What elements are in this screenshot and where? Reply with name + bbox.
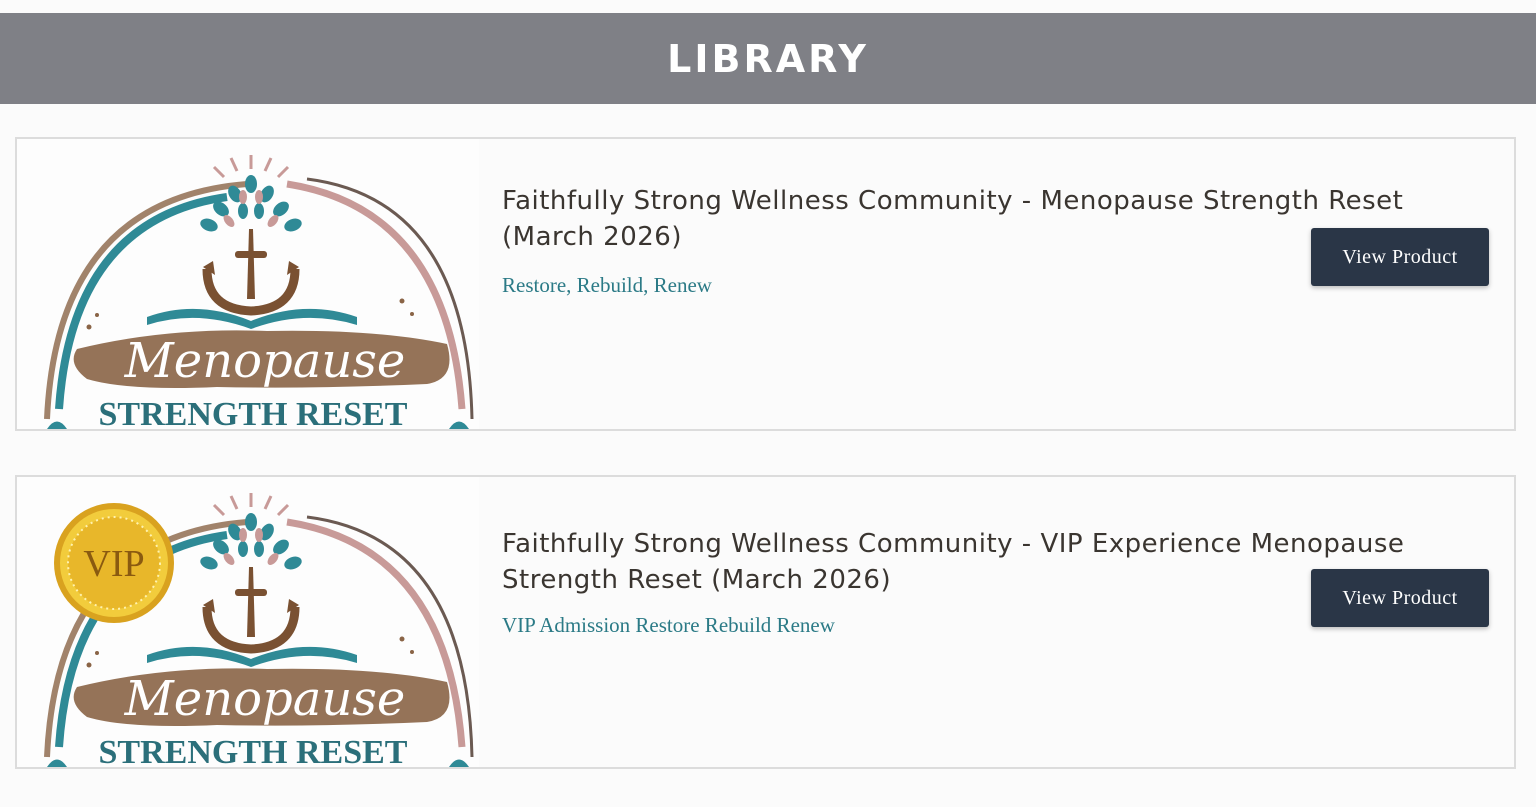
product-title[interactable]: Faithfully Strong Wellness Community - V… [502,526,1432,598]
svg-text:Menopause: Menopause [124,671,406,727]
product-thumbnail[interactable]: Menopause STRENGTH RESET [17,139,479,431]
svg-text:VIP: VIP [83,543,144,585]
view-product-button[interactable]: View Product [1311,569,1489,627]
product-card: Menopause STRENGTH RESET Faithfully Stro… [15,137,1516,431]
menopause-logo-image: Menopause STRENGTH RESET [44,155,474,431]
product-thumbnail[interactable]: Menopause STRENGTH RESET VIP [17,477,479,769]
menopause-vip-logo-image: Menopause STRENGTH RESET VIP [44,493,474,769]
svg-text:STRENGTH RESET: STRENGTH RESET [99,734,408,769]
library-header: LIBRARY [0,13,1536,104]
product-subtitle: VIP Admission Restore Rebuild Renew [502,613,835,637]
vip-badge-icon: VIP [54,503,174,623]
page-title: LIBRARY [667,36,869,81]
svg-text:Menopause: Menopause [124,333,406,389]
product-title[interactable]: Faithfully Strong Wellness Community - M… [502,183,1432,255]
product-card: Menopause STRENGTH RESET VIP Faithfully … [15,475,1516,769]
view-product-button[interactable]: View Product [1311,228,1489,286]
svg-text:STRENGTH RESET: STRENGTH RESET [99,396,408,431]
product-subtitle: Restore, Rebuild, Renew [502,273,712,297]
